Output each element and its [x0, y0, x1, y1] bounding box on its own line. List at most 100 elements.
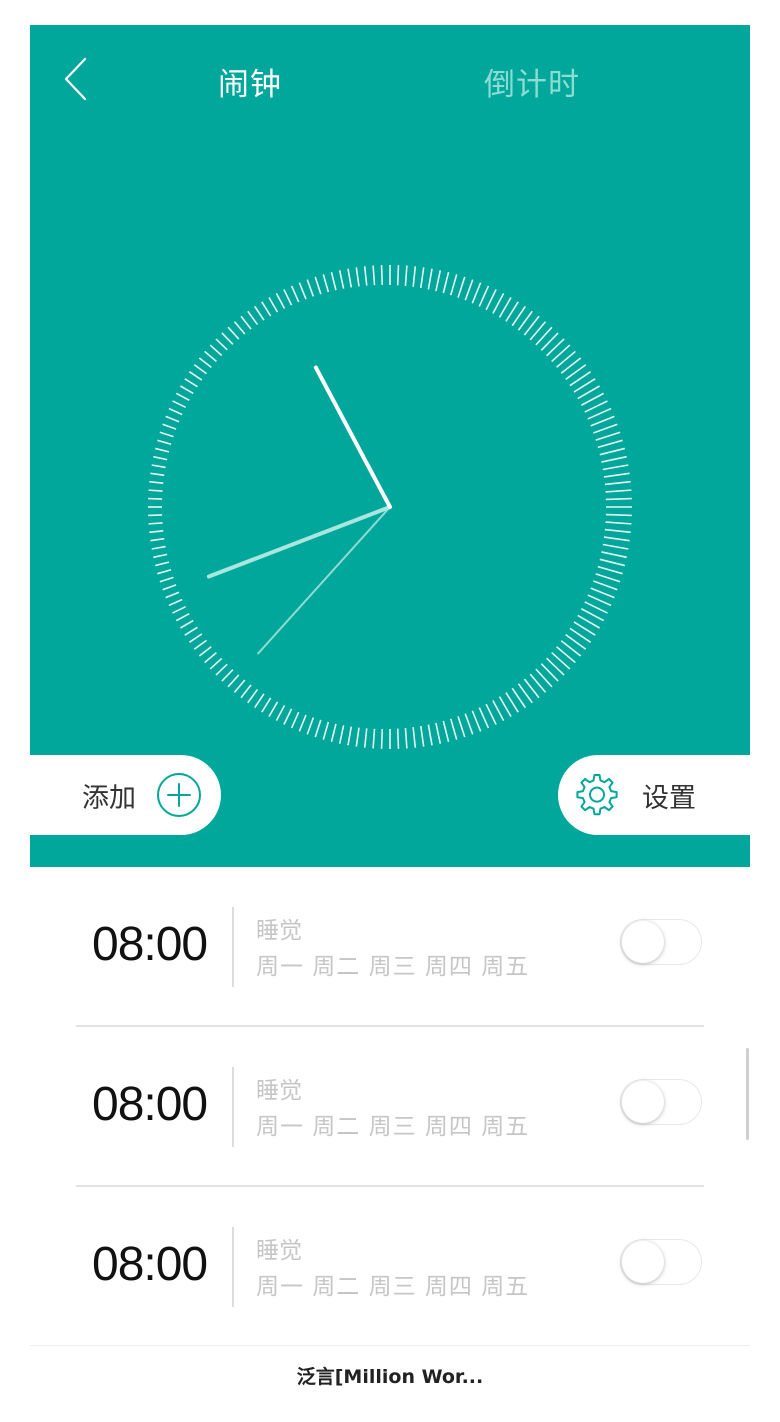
clock-tick — [591, 588, 615, 598]
clock-tick — [241, 316, 251, 329]
alarm-time: 08:00 — [92, 1077, 207, 1132]
clock-tick — [603, 545, 629, 549]
clock-tick — [601, 552, 626, 557]
clock-tick — [149, 490, 163, 491]
clock-tick — [413, 266, 415, 287]
clock-tick — [160, 432, 174, 436]
clock-tick — [150, 473, 164, 475]
clock-tick — [605, 490, 631, 492]
clock-tick — [591, 416, 615, 426]
clock-tick — [421, 267, 424, 288]
clock-tick — [398, 265, 399, 285]
clock-tick — [373, 266, 374, 286]
clock-tick — [323, 722, 328, 740]
clock-tick — [340, 270, 344, 288]
clock-tick — [152, 547, 166, 549]
clock-tick — [600, 448, 625, 454]
clock-tick — [486, 289, 496, 309]
clock-header-panel: 闹钟 倒计时 添加 设置 — [30, 25, 750, 867]
clock-tick — [458, 277, 465, 298]
clock-tick — [365, 728, 367, 747]
clock-tick — [276, 293, 284, 308]
clock-tick — [451, 719, 457, 740]
clock-tick — [149, 482, 163, 483]
clock-tick — [315, 277, 321, 294]
clock-tick — [596, 574, 620, 582]
clock-tick — [443, 272, 448, 293]
clock-tick — [194, 365, 206, 374]
clock-tick — [606, 515, 632, 516]
clock-tick — [228, 675, 239, 687]
clock-tick — [155, 448, 169, 451]
clock-tick — [153, 554, 167, 557]
alarm-toggle[interactable] — [620, 919, 702, 965]
alarm-divider — [232, 1067, 234, 1147]
alarm-label: 睡觉 — [256, 1071, 302, 1105]
clock-tick — [157, 440, 171, 444]
alarm-time: 08:00 — [92, 1237, 207, 1292]
clock-tick — [331, 272, 335, 290]
clock-tick — [185, 379, 198, 387]
alarm-row[interactable]: 08:00 睡觉 周一 周二 周三 周四 周五 — [76, 1027, 704, 1187]
clock-tick — [169, 409, 182, 415]
clock-tick — [600, 559, 625, 565]
clock-tick — [163, 585, 176, 590]
clock-tick — [176, 614, 189, 621]
bottom-bar: 泛言[Million Wor... — [30, 1345, 750, 1422]
clock-tick — [228, 327, 239, 339]
add-alarm-button[interactable]: 添加 — [30, 755, 221, 835]
alarm-toggle[interactable] — [620, 1079, 702, 1125]
clock-tick — [262, 302, 271, 316]
alarm-toggle[interactable] — [620, 1239, 702, 1285]
clock-tick — [269, 297, 278, 312]
clock-tick — [331, 724, 335, 742]
clock-hour-hand — [316, 367, 390, 507]
clock-tick — [585, 602, 608, 613]
alarm-row[interactable]: 08:00 睡觉 周一 周二 周三 周四 周五 — [76, 867, 704, 1027]
clock-tick — [436, 723, 440, 744]
clock-tick — [255, 694, 264, 708]
toggle-knob — [622, 921, 664, 963]
clock-tick — [598, 440, 623, 447]
clock-tick — [149, 523, 163, 524]
clock-tick — [493, 701, 504, 721]
clock-tick — [315, 720, 321, 737]
alarm-divider — [232, 907, 234, 987]
clock-tick — [210, 345, 222, 355]
clock-tick — [365, 266, 367, 285]
list-scrollbar[interactable] — [746, 1048, 749, 1140]
toggle-knob — [622, 1241, 664, 1283]
clock-tick — [157, 570, 171, 574]
clock-tick — [356, 267, 359, 286]
clock-tick — [172, 401, 185, 407]
clock-tick — [194, 640, 206, 649]
analog-clock — [30, 25, 750, 867]
clock-tick — [493, 293, 504, 313]
clock-tick — [340, 725, 344, 743]
alarm-row[interactable]: 08:00 睡觉 周一 周二 周三 周四 周五 — [76, 1187, 704, 1347]
clock-tick — [479, 708, 488, 729]
clock-tick — [160, 577, 174, 581]
clock-tick — [596, 432, 620, 440]
clock-tick — [276, 706, 284, 721]
clock-tick — [500, 697, 512, 717]
clock-tick — [216, 339, 227, 350]
settings-button[interactable]: 设置 — [558, 755, 750, 835]
alarm-label: 睡觉 — [256, 911, 302, 945]
clock-tick — [248, 689, 258, 702]
clock-tick — [241, 685, 251, 698]
clock-tick — [428, 269, 432, 290]
alarm-repeat-days: 周一 周二 周三 周四 周五 — [256, 1107, 529, 1141]
clock-tick — [166, 592, 179, 597]
clock-tick — [180, 621, 193, 628]
clock-tick — [451, 274, 457, 295]
clock-tick — [199, 358, 211, 367]
clock-tick — [284, 289, 292, 305]
clock-tick — [189, 372, 201, 380]
clock-tick — [465, 280, 473, 301]
clock-tick — [605, 522, 631, 524]
toggle-knob — [622, 1081, 664, 1123]
clock-tick — [472, 711, 480, 732]
clock-tick — [152, 465, 166, 467]
clock-tick — [234, 322, 244, 334]
